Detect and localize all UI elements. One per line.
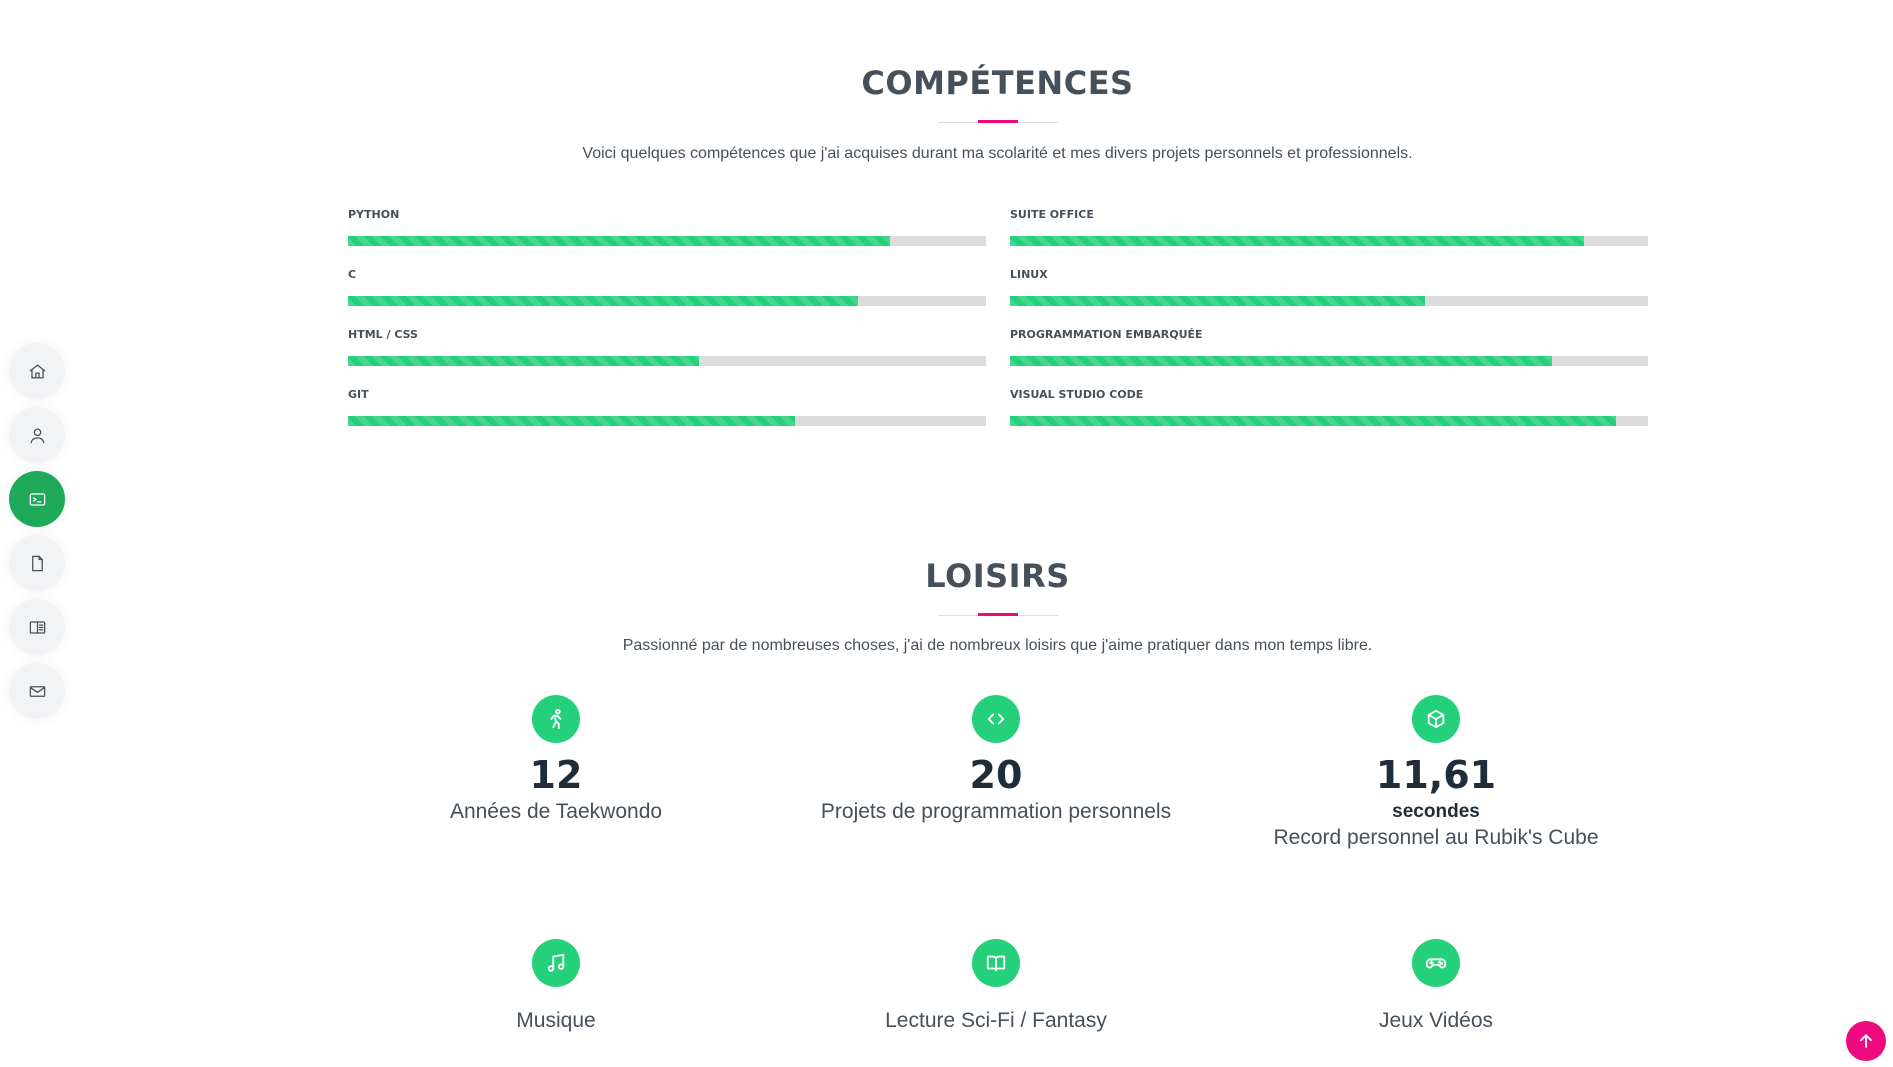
skill-visual-studio-code: VISUAL STUDIO CODE [1010,388,1648,426]
skills-subtitle: Voici quelques compétences que j'ai acqu… [582,145,1413,162]
skill-progress-fill [348,356,699,366]
skill-label: LINUX [1010,268,1048,281]
nav-skills-button[interactable] [9,471,65,527]
skill-html-css: HTML / CSS [348,328,986,366]
skill-suite-office: SUITE OFFICE [1010,208,1648,246]
skill-c: C [348,268,986,306]
skill-label: VISUAL STUDIO CODE [1010,388,1144,401]
skill-track [348,296,986,306]
skill-git: GIT [348,388,986,426]
skill-track [348,356,986,366]
box-icon [1412,695,1460,743]
gamepad-icon [1412,939,1460,987]
stat-taekwondo: 12 Années de Taekwondo [336,695,776,824]
hobby-label: Jeux Vidéos [1378,1009,1494,1032]
stat-number: 12 [529,753,583,797]
music-note-icon [532,939,580,987]
skill-track [348,236,986,246]
hobbies-title: LOISIRS [925,557,1070,595]
skill-track [1010,236,1648,246]
nav-about-button[interactable] [9,407,65,463]
hobby-reading: Lecture Sci-Fi / Fantasy [776,939,1216,1033]
terminal-icon [29,492,45,506]
skill-linux: LINUX [1010,268,1648,306]
stat-label: Record personnel au Rubik's Cube [1273,826,1599,849]
hobby-label: Lecture Sci-Fi / Fantasy [885,1009,1107,1032]
hobbies-subtitle: Passionné par de nombreuses choses, j'ai… [622,637,1373,654]
skill-progress-fill [1010,236,1585,246]
back-to-top-button[interactable] [1846,1021,1886,1061]
skill-programmation-embarquee: PROGRAMMATION EMBARQUÉE [1010,328,1648,366]
skill-progress-fill [348,296,859,306]
title-underline [937,120,1058,123]
skill-track [1010,356,1648,366]
hobby-music: Musique [336,939,776,1033]
stat-rubiks-cube: 11,61 secondes Record personnel au Rubik… [1216,695,1656,850]
skill-progress-fill [1010,416,1617,426]
skill-progress-fill [348,416,795,426]
title-underline [937,613,1058,616]
stat-projects: 20 Projets de programmation personnels [776,695,1216,824]
stat-label: Années de Taekwondo [449,800,663,823]
house-icon [29,364,45,378]
skill-label: HTML / CSS [348,328,418,341]
skill-progress-fill [1010,296,1425,306]
skill-label: GIT [348,388,369,401]
book-icon [29,620,45,634]
skills-title: COMPÉTENCES [861,64,1134,102]
running-person-icon [532,695,580,743]
skill-track [1010,296,1648,306]
stat-number: 20 [969,753,1023,797]
skill-progress-fill [1010,356,1553,366]
skill-track [1010,416,1648,426]
skill-label: PROGRAMMATION EMBARQUÉE [1010,328,1203,341]
stat-unit: secondes [1392,801,1480,822]
stat-label: Projets de programmation personnels [820,800,1172,823]
stat-number: 11,61 [1375,753,1497,797]
hobby-video-games: Jeux Vidéos [1216,939,1656,1033]
skill-progress-fill [348,236,891,246]
skill-python: PYTHON [348,208,986,246]
skill-track [348,416,986,426]
nav-contact-button[interactable] [9,663,65,719]
code-icon [972,695,1020,743]
skill-label: C [348,268,357,281]
hobby-label: Musique [516,1009,596,1032]
skill-label: SUITE OFFICE [1010,208,1094,221]
skills-heading: COMPÉTENCES [0,64,1893,123]
open-book-icon [972,939,1020,987]
side-navigation [9,343,65,727]
person-icon [30,428,44,443]
envelope-icon [29,685,45,697]
hobbies-heading: LOISIRS [0,557,1893,616]
skill-label: PYTHON [348,208,400,221]
nav-home-button[interactable] [9,343,65,399]
arrow-up-icon [1860,1034,1872,1048]
